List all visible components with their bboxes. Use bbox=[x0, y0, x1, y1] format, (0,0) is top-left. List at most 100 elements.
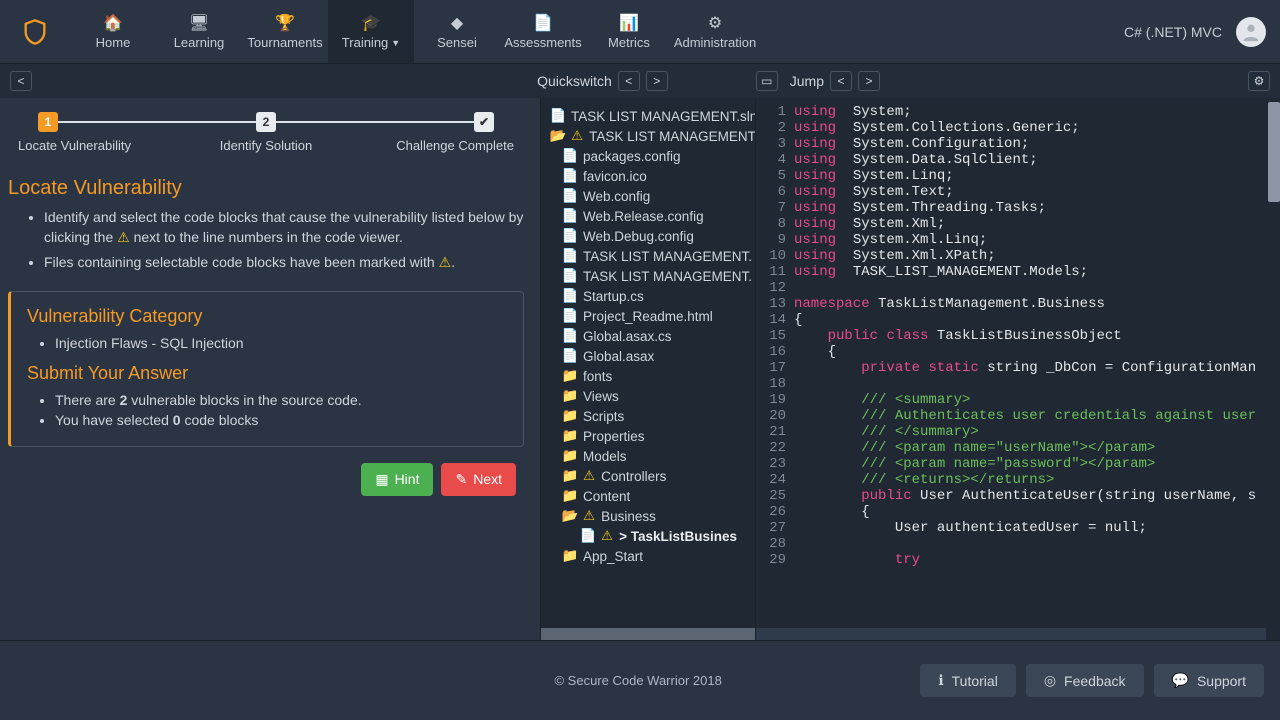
settings-icon[interactable]: ⚙ bbox=[1248, 71, 1270, 91]
tree-item[interactable]: 📄Web.config bbox=[541, 186, 755, 206]
code-line[interactable]: 12 bbox=[756, 280, 1280, 296]
category-item: Injection Flaws - SQL Injection bbox=[55, 335, 507, 351]
avatar[interactable] bbox=[1236, 17, 1266, 47]
code-line[interactable]: 10using System.Xml.XPath; bbox=[756, 248, 1280, 264]
line-content: using TASK_LIST_MANAGEMENT.Models; bbox=[794, 264, 1088, 280]
tree-item[interactable]: 📁Content bbox=[541, 486, 755, 506]
tree-item[interactable]: 📄Global.asax bbox=[541, 346, 755, 366]
tree-item[interactable]: 📁Properties bbox=[541, 426, 755, 446]
code-line[interactable]: 6using System.Text; bbox=[756, 184, 1280, 200]
tree-item[interactable]: 📁App_Start bbox=[541, 546, 755, 566]
code-line[interactable]: 28 bbox=[756, 536, 1280, 552]
tree-item[interactable]: 📁Scripts bbox=[541, 406, 755, 426]
code-line[interactable]: 23 /// <param name="password"></param> bbox=[756, 456, 1280, 472]
tree-item[interactable]: 📄Web.Debug.config bbox=[541, 226, 755, 246]
tree-item[interactable]: 📄Project_Readme.html bbox=[541, 306, 755, 326]
tree-item[interactable]: 📄Web.Release.config bbox=[541, 206, 755, 226]
tree-item[interactable]: 📄TASK LIST MANAGEMENT. bbox=[541, 266, 755, 286]
quickswitch-next[interactable]: > bbox=[646, 71, 668, 91]
code-line[interactable]: 3using System.Configuration; bbox=[756, 136, 1280, 152]
code-line[interactable]: 27 User authenticatedUser = null; bbox=[756, 520, 1280, 536]
code-line[interactable]: 8using System.Xml; bbox=[756, 216, 1280, 232]
line-number: 15 bbox=[756, 328, 794, 344]
nav-sensei[interactable]: ◆Sensei bbox=[414, 0, 500, 63]
nav-metrics[interactable]: 📊Metrics bbox=[586, 0, 672, 63]
code-line[interactable]: 13namespace TaskListManagement.Business bbox=[756, 296, 1280, 312]
tree-item[interactable]: 📄TASK LIST MANAGEMENT.sln bbox=[541, 106, 755, 126]
quickswitch-prev[interactable]: < bbox=[618, 71, 640, 91]
code-line[interactable]: 22 /// <param name="userName"></param> bbox=[756, 440, 1280, 456]
code-line[interactable]: 1using System; bbox=[756, 104, 1280, 120]
folder-icon: 📁 bbox=[563, 388, 577, 404]
support-button[interactable]: 💬Support bbox=[1154, 664, 1264, 697]
code-line[interactable]: 24 /// <returns></returns> bbox=[756, 472, 1280, 488]
code-line[interactable]: 21 /// </summary> bbox=[756, 424, 1280, 440]
code-line[interactable]: 16 { bbox=[756, 344, 1280, 360]
hint-button[interactable]: ▦Hint bbox=[361, 463, 433, 496]
nav-assessments[interactable]: 📄Assessments bbox=[500, 0, 586, 63]
code-line[interactable]: 15 public class TaskListBusinessObject bbox=[756, 328, 1280, 344]
tree-item[interactable]: 📄packages.config bbox=[541, 146, 755, 166]
file-tree[interactable]: 📄TASK LIST MANAGEMENT.sln📂⚠TASK LIST MAN… bbox=[541, 106, 755, 566]
tree-item[interactable]: 📄favicon.ico bbox=[541, 166, 755, 186]
tree-item[interactable]: 📁Models bbox=[541, 446, 755, 466]
code-line[interactable]: 17 private static string _DbCon = Config… bbox=[756, 360, 1280, 376]
jump-prev[interactable]: < bbox=[830, 71, 852, 91]
tree-label: Business bbox=[601, 509, 656, 524]
nav-tournaments[interactable]: 🏆Tournaments bbox=[242, 0, 328, 63]
language-label[interactable]: C# (.NET) MVC bbox=[1124, 24, 1222, 40]
nav-home[interactable]: 🏠Home bbox=[70, 0, 156, 63]
chart-icon: 📊 bbox=[619, 13, 639, 33]
code-line[interactable]: 19 /// <summary> bbox=[756, 392, 1280, 408]
step-3[interactable]: ✔ bbox=[474, 112, 494, 132]
feedback-button[interactable]: ◎Feedback bbox=[1026, 664, 1144, 697]
line-number: 14 bbox=[756, 312, 794, 328]
step-1-label: Locate Vulnerability bbox=[18, 138, 198, 153]
line-content: using System.Text; bbox=[794, 184, 954, 200]
tree-item[interactable]: 📂⚠Business bbox=[541, 506, 755, 526]
line-number: 27 bbox=[756, 520, 794, 536]
tutorial-button[interactable]: ℹTutorial bbox=[920, 664, 1016, 697]
jump-next[interactable]: > bbox=[858, 71, 880, 91]
nav-training[interactable]: 🎓Training ▼ bbox=[328, 0, 414, 63]
horizontal-scrollbar[interactable] bbox=[756, 628, 1266, 640]
qr-icon: ▦ bbox=[375, 471, 388, 488]
code-line[interactable]: 25 public User AuthenticateUser(string u… bbox=[756, 488, 1280, 504]
code-line[interactable]: 5using System.Linq; bbox=[756, 168, 1280, 184]
code-line[interactable]: 2using System.Collections.Generic; bbox=[756, 120, 1280, 136]
tree-item[interactable]: 📁fonts bbox=[541, 366, 755, 386]
step-1[interactable]: 1 bbox=[38, 112, 58, 132]
vertical-scrollbar[interactable] bbox=[1268, 102, 1280, 202]
code-line[interactable]: 4using System.Data.SqlClient; bbox=[756, 152, 1280, 168]
line-content: /// </summary> bbox=[794, 424, 979, 440]
tree-item[interactable]: 📄TASK LIST MANAGEMENT. bbox=[541, 246, 755, 266]
tree-item[interactable]: 📄⚠> TaskListBusines bbox=[541, 526, 755, 546]
code-line[interactable]: 20 /// Authenticates user credentials ag… bbox=[756, 408, 1280, 424]
line-number: 16 bbox=[756, 344, 794, 360]
code-line[interactable]: 7using System.Threading.Tasks; bbox=[756, 200, 1280, 216]
back-button[interactable]: < bbox=[10, 71, 32, 91]
next-button[interactable]: ✎Next bbox=[441, 463, 516, 496]
nav-administration[interactable]: ⚙Administration bbox=[672, 0, 758, 63]
tree-item[interactable]: 📂⚠TASK LIST MANAGEMENT bbox=[541, 126, 755, 146]
tree-item[interactable]: 📄Global.asax.cs bbox=[541, 326, 755, 346]
code-line[interactable]: 11using TASK_LIST_MANAGEMENT.Models; bbox=[756, 264, 1280, 280]
tree-label: Web.Debug.config bbox=[583, 229, 694, 244]
tree-item[interactable]: 📄Startup.cs bbox=[541, 286, 755, 306]
code-line[interactable]: 26 { bbox=[756, 504, 1280, 520]
code-line[interactable]: 29 try bbox=[756, 552, 1280, 568]
tree-item[interactable]: 📁Views bbox=[541, 386, 755, 406]
step-2[interactable]: 2 bbox=[256, 112, 276, 132]
code-line[interactable]: 9using System.Xml.Linq; bbox=[756, 232, 1280, 248]
window-icon[interactable]: ▭ bbox=[756, 71, 778, 91]
warning-icon: ⚠ bbox=[439, 253, 452, 273]
horizontal-scrollbar[interactable] bbox=[541, 628, 755, 640]
code-line[interactable]: 14{ bbox=[756, 312, 1280, 328]
nav-learning[interactable]: 🖥Learning bbox=[156, 0, 242, 63]
code-line[interactable]: 18 bbox=[756, 376, 1280, 392]
tree-item[interactable]: 📁⚠Controllers bbox=[541, 466, 755, 486]
tree-label: TASK LIST MANAGEMENT bbox=[589, 129, 756, 144]
code-viewer[interactable]: 1using System;2using System.Collections.… bbox=[756, 98, 1280, 600]
folder-icon: 📁 bbox=[563, 428, 577, 444]
line-content: using System.Collections.Generic; bbox=[794, 120, 1080, 136]
